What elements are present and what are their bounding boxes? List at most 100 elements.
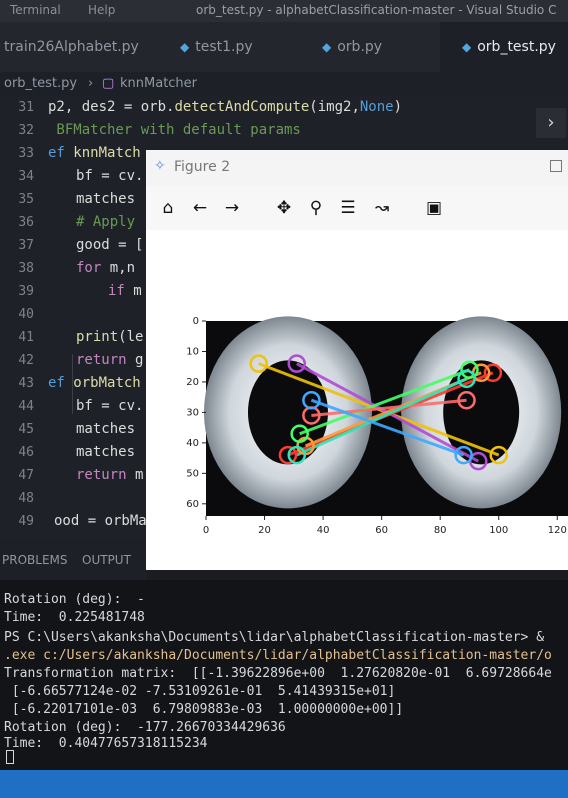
back-arrow-icon[interactable]: ← [188,196,212,220]
status-bar [0,770,568,798]
x-tick-label: 60 [375,525,388,536]
line-number: 49 [18,514,34,529]
python-icon: ◆ [462,40,472,54]
tab-output[interactable]: OUTPUT [82,553,131,567]
line-number: 39 [18,284,34,299]
line-number: 45 [18,422,34,437]
code-line: matches [76,444,136,460]
y-tick-label: 20 [186,377,199,388]
plot-area[interactable]: 0 20 40 60 80 100 120 0 10 20 30 40 50 60 [146,230,568,570]
x-tick-label: 20 [258,525,271,536]
pan-icon[interactable]: ✥ [272,196,296,220]
code-line: print(le [76,329,144,345]
method-cube-icon: ▢ [102,76,115,91]
terminal-line: PS C:\Users\akanksha\Documents\lidar\alp… [4,630,545,645]
line-number: 37 [18,238,34,253]
terminal-panel[interactable]: Rotation (deg): - Time: 0.225481748 PS C… [0,580,568,770]
code-line: ef orbMatch [48,375,141,391]
match-plot: 0 20 40 60 80 100 120 0 10 20 30 40 50 60 [186,316,568,536]
save-icon[interactable]: ▣ [422,196,446,220]
python-icon: ◆ [322,40,332,54]
y-tick-label: 60 [186,499,199,510]
y-tick-label: 40 [186,438,199,449]
line-number: 47 [18,468,34,483]
terminal-line: Transformation matrix: [[-1.39622896e+00… [4,666,552,681]
tab-problems[interactable]: PROBLEMS [2,553,68,567]
line-number: 40 [18,307,34,322]
code-line: matches [76,191,136,207]
breadcrumb: orb_test.py › ▢ knnMatcher [0,72,568,96]
line-number: 38 [18,261,34,276]
line-number: 48 [18,491,34,506]
terminal-line: Time: 0.225481748 [4,610,145,625]
zoom-icon[interactable]: ⚲ [304,196,328,220]
line-number: 42 [18,353,34,368]
x-tick-label: 120 [548,525,567,536]
code-line: # Apply [76,214,136,230]
maximize-icon[interactable] [550,160,562,172]
code-line: ood = orbMa [54,513,147,529]
tab-train26alphabet[interactable]: train26Alphabet.py [0,22,154,72]
code-line: return g [76,352,144,368]
line-number: 41 [18,330,34,345]
y-tick-label: 0 [193,316,199,327]
breadcrumb-symbol[interactable]: knnMatcher [120,72,197,96]
tab-orb[interactable]: ◆ orb.py [322,22,432,72]
tab-orb-test[interactable]: ◆ orb_test.py [440,22,568,72]
menu-terminal[interactable]: Terminal [10,3,61,17]
code-line: ef knnMatch [48,145,141,161]
tab-label: test1.py [195,39,253,55]
terminal-line: [-6.22017101e-03 6.79809883e-03 1.000000… [4,702,404,717]
y-tick-label: 50 [186,468,199,479]
x-tick-label: 0 [203,525,209,536]
y-tick-label: 10 [186,346,199,357]
matplotlib-logo-icon: ✧ [154,158,166,174]
breadcrumb-file[interactable]: orb_test.py [4,72,77,96]
line-number: 33 [18,146,34,161]
line-number: 44 [18,399,34,414]
chevron-right-icon[interactable]: › [536,108,566,138]
tab-label: orb.py [337,39,383,55]
x-tick-label: 100 [489,525,508,536]
configure-subplots-icon[interactable]: ☰ [336,196,360,220]
editor-tab-bar: train26Alphabet.py ◆ test1.py ◆ orb.py ◆ or… [0,22,568,72]
menu-help[interactable]: Help [88,3,115,17]
x-tick-label: 80 [434,525,447,536]
code-line: good = [ [76,237,144,253]
chevron-right-icon: › [88,76,94,91]
terminal-line: [-6.66577124e-02 -7.53109261e-01 5.41439… [4,684,396,699]
code-line: bf = cv. [76,398,144,414]
panel-tab-bar: PROBLEMS OUTPUT [0,540,146,580]
forward-arrow-icon[interactable]: → [220,196,244,220]
figure-title: Figure 2 [174,159,231,175]
code-line: p2, des2 = orb.detectAndCompute(img2,Non… [48,99,403,115]
terminal-cursor [6,750,14,764]
line-number: 32 [18,123,34,138]
edit-axes-icon[interactable]: ↝ [370,196,394,220]
code-line: bf = cv. [76,168,144,184]
figure-window[interactable]: ✧ Figure 2 ⌂ ← → ✥ ⚲ ☰ ↝ ▣ 0 20 40 60 80 100 1… [146,150,568,570]
y-tick-label: 30 [186,407,199,418]
line-number: 31 [18,100,34,115]
terminal-line: Time: 0.40477657318115234 [4,736,208,751]
line-number: 43 [18,376,34,391]
code-line: if m [108,283,142,299]
code-line: for m,n [76,260,136,276]
line-number: 34 [18,169,34,184]
python-icon: ◆ [180,40,190,54]
line-number: 36 [18,215,34,230]
home-icon[interactable]: ⌂ [156,196,180,220]
code-line: matches [76,421,136,437]
terminal-line: .exe c:/Users/akanksha/Documents/lidar/a… [4,648,552,663]
terminal-line: Rotation (deg): -177.26670334429636 [4,720,286,735]
figure-toolbar: ⌂ ← → ✥ ⚲ ☰ ↝ ▣ [146,186,568,230]
tab-label: orb_test.py [477,39,556,55]
window-title: orb_test.py - alphabetClassification-mas… [196,3,557,17]
menu-bar: Terminal Help orb_test.py - alphabetClas… [0,0,568,22]
code-line: return m [76,467,144,483]
tab-test1[interactable]: ◆ test1.py [180,22,290,72]
x-tick-label: 40 [317,525,330,536]
terminal-line: Rotation (deg): - [4,592,145,607]
tab-label: train26Alphabet.py [4,39,139,55]
figure-titlebar[interactable]: ✧ Figure 2 [146,150,568,187]
